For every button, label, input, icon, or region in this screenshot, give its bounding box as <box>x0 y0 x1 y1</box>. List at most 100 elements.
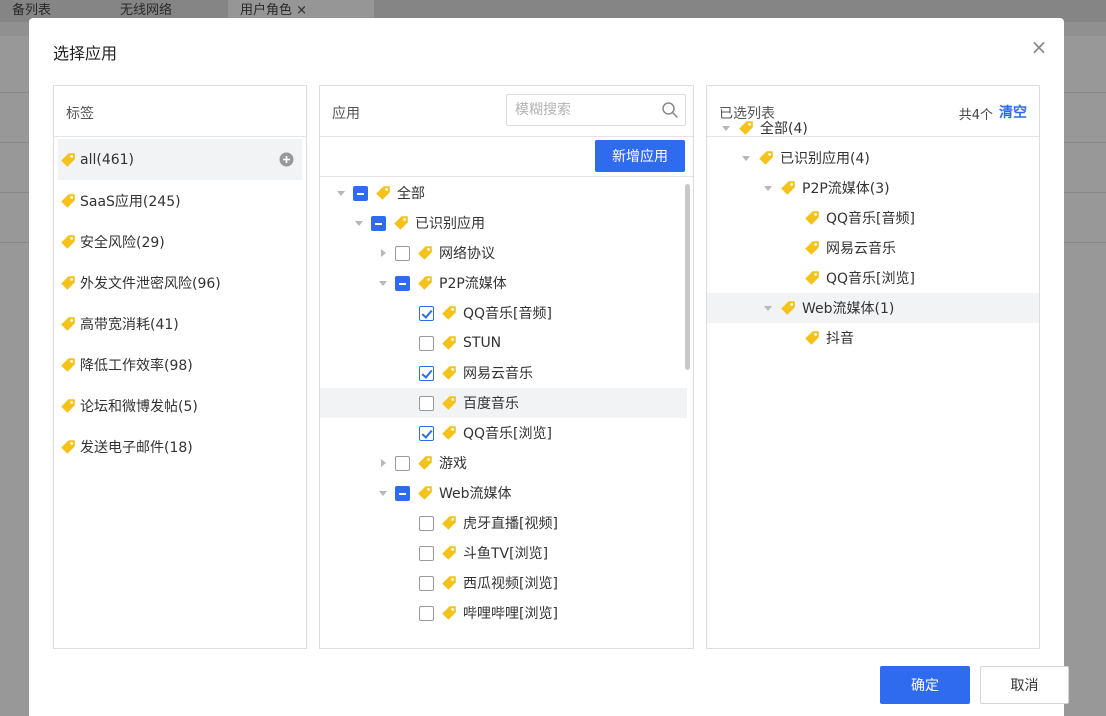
selected-tree-node[interactable]: 已识别应用(4) <box>707 143 1039 173</box>
tag-item-label: SaaS应用(245) <box>80 193 181 210</box>
app-tree-node[interactable]: 虎牙直播[视频] <box>320 508 687 538</box>
selected-tree-node-label: P2P流媒体(3) <box>802 181 890 197</box>
node-checkbox[interactable] <box>419 605 434 621</box>
node-checkbox[interactable] <box>419 395 434 411</box>
tag-item[interactable]: 高带宽消耗(41) <box>58 303 302 344</box>
tag-icon <box>738 120 754 136</box>
node-checkbox[interactable] <box>419 575 434 591</box>
selected-tree-node[interactable]: QQ音乐[浏览] <box>707 263 1039 293</box>
node-checkbox[interactable] <box>419 365 434 381</box>
node-checkbox[interactable] <box>371 215 386 231</box>
tag-item[interactable]: SaaS应用(245) <box>58 180 302 221</box>
node-checkbox[interactable] <box>419 305 434 321</box>
app-tree-node[interactable]: 西瓜视频[浏览] <box>320 568 687 598</box>
app-tree-node[interactable]: 网络协议 <box>320 238 687 268</box>
caret-right-icon[interactable] <box>376 456 390 470</box>
app-tree-node[interactable]: QQ音乐[音频] <box>320 298 687 328</box>
tag-icon <box>804 330 820 346</box>
dialog-title: 选择应用 <box>53 44 118 63</box>
selected-tree-node[interactable]: QQ音乐[音频] <box>707 203 1039 233</box>
app-tree-node-label: 斗鱼TV[浏览] <box>463 546 549 562</box>
tag-icon <box>441 305 457 321</box>
tag-icon <box>758 150 774 166</box>
app-tree-node-label: 网易云音乐 <box>463 366 533 382</box>
app-tree-node[interactable]: 百度音乐 <box>320 388 687 418</box>
tag-item[interactable]: all(461) <box>58 139 302 180</box>
tag-item-label: 论坛和微博发帖(5) <box>80 398 198 415</box>
app-panel-title: 应用 <box>332 106 360 122</box>
caret-down-icon[interactable] <box>739 151 753 165</box>
node-checkbox[interactable] <box>395 485 410 501</box>
node-checkbox[interactable] <box>419 425 434 441</box>
node-checkbox[interactable] <box>419 515 434 531</box>
tag-item[interactable]: 降低工作效率(98) <box>58 344 302 385</box>
tag-icon <box>441 515 457 531</box>
node-checkbox[interactable] <box>395 245 410 261</box>
selected-tree-node-label: Web流媒体(1) <box>802 301 895 317</box>
selected-tree-node[interactable]: 网易云音乐 <box>707 233 1039 263</box>
caret-down-icon[interactable] <box>376 276 390 290</box>
app-tree-node-label: 全部 <box>397 186 425 202</box>
close-icon[interactable]: × <box>1028 36 1050 58</box>
tag-icon <box>60 398 76 414</box>
selected-tree-node[interactable]: 全部(4) <box>707 113 1039 143</box>
selected-panel: 已选列表 共4个 清空 全部(4) 已识别应用(4) P2P流媒体(3) QQ音乐[音… <box>706 85 1040 649</box>
app-tree-node[interactable]: 游戏 <box>320 448 687 478</box>
selected-tree-node[interactable]: Web流媒体(1) <box>707 293 1039 323</box>
caret-right-icon[interactable] <box>376 246 390 260</box>
tag-item[interactable]: 外发文件泄密风险(96) <box>58 262 302 303</box>
selected-tree-node[interactable]: P2P流媒体(3) <box>707 173 1039 203</box>
app-tree-node-label: 哔哩哔哩[浏览] <box>463 606 558 622</box>
node-checkbox[interactable] <box>353 185 368 201</box>
app-tree-node-label: 虎牙直播[视频] <box>463 516 558 532</box>
tag-icon <box>804 210 820 226</box>
app-tree-node[interactable]: 斗鱼TV[浏览] <box>320 538 687 568</box>
tag-icon <box>441 395 457 411</box>
tag-item[interactable]: 发送电子邮件(18) <box>58 426 302 467</box>
tag-icon <box>393 215 409 231</box>
caret-down-icon[interactable] <box>719 121 733 135</box>
tag-icon <box>60 152 76 168</box>
node-checkbox[interactable] <box>419 335 434 351</box>
node-checkbox[interactable] <box>395 455 410 471</box>
app-tree-node[interactable]: STUN <box>320 328 687 358</box>
selected-tree-node-label: 全部(4) <box>760 121 808 137</box>
selected-tree-node[interactable]: 抖音 <box>707 323 1039 353</box>
caret-down-icon[interactable] <box>376 486 390 500</box>
app-tree-node[interactable]: QQ音乐[浏览] <box>320 418 687 448</box>
add-circle-icon[interactable] <box>279 152 294 167</box>
app-tree-node[interactable]: Web流媒体 <box>320 478 687 508</box>
app-tree-node[interactable]: 已识别应用 <box>320 208 687 238</box>
search-icon[interactable] <box>661 101 679 119</box>
app-panel-header: 应用 <box>320 86 693 137</box>
caret-down-icon[interactable] <box>761 181 775 195</box>
caret-down-icon[interactable] <box>334 186 348 200</box>
app-tree-node-label: 网络协议 <box>439 246 495 262</box>
node-checkbox[interactable] <box>419 545 434 561</box>
search-input[interactable] <box>515 95 655 125</box>
app-tree-node[interactable]: P2P流媒体 <box>320 268 687 298</box>
tag-item-label: 外发文件泄密风险(96) <box>80 275 221 292</box>
tag-item-label: 安全风险(29) <box>80 234 165 251</box>
tag-panel: 标签 all(461) SaaS应用(245) 安全风险(29) 外发文件泄密风险(9… <box>53 85 307 649</box>
tag-icon <box>417 485 433 501</box>
app-tree-node[interactable]: 网易云音乐 <box>320 358 687 388</box>
tag-icon <box>441 545 457 561</box>
caret-down-icon[interactable] <box>352 216 366 230</box>
select-app-dialog: 选择应用 × 标签 all(461) SaaS应用(245) 安全风险(29) 外发文… <box>29 18 1069 716</box>
app-tree-node[interactable]: 哔哩哔哩[浏览] <box>320 598 687 628</box>
tag-item[interactable]: 论坛和微博发帖(5) <box>58 385 302 426</box>
cancel-button[interactable]: 取消 <box>980 666 1069 704</box>
selected-tree-node-label: 已识别应用(4) <box>780 151 870 167</box>
app-tree-node-label: 西瓜视频[浏览] <box>463 576 558 592</box>
tag-item[interactable]: 安全风险(29) <box>58 221 302 262</box>
tag-icon <box>780 300 796 316</box>
confirm-button[interactable]: 确定 <box>880 666 970 704</box>
app-tree-node-label: P2P流媒体 <box>439 276 507 292</box>
caret-down-icon[interactable] <box>761 301 775 315</box>
app-tree: 全部已识别应用网络协议 P2P流媒体 QQ音乐[音频] STUN 网易云音乐百度音乐 QQ… <box>320 178 693 648</box>
app-tree-scrollbar[interactable] <box>685 184 690 370</box>
node-checkbox[interactable] <box>395 275 410 291</box>
add-app-button[interactable]: 新增应用 <box>595 140 685 172</box>
app-tree-node[interactable]: 全部 <box>320 178 687 208</box>
